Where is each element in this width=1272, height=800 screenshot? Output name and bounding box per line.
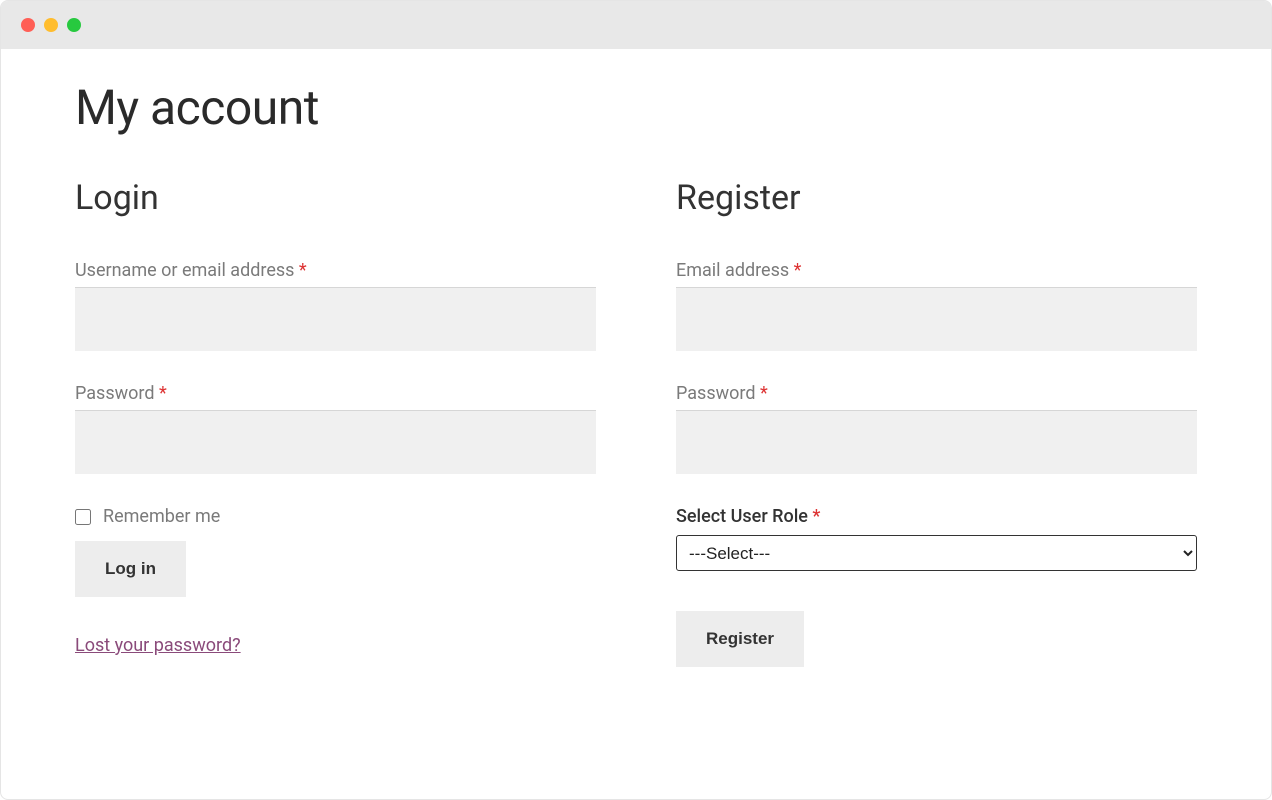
required-marker: * [760, 383, 768, 404]
register-role-select[interactable]: ---Select--- [676, 535, 1197, 571]
register-password-label-text: Password [676, 383, 760, 404]
app-window: My account Login Username or email addre… [0, 0, 1272, 800]
register-role-label: Select User Role * [676, 506, 1197, 527]
register-email-label: Email address * [676, 260, 1197, 281]
remember-me-row: Remember me [75, 506, 596, 527]
window-titlebar [1, 1, 1271, 49]
register-role-label-text: Select User Role [676, 506, 812, 527]
required-marker: * [812, 506, 820, 527]
login-username-label-text: Username or email address [75, 260, 299, 281]
required-marker: * [159, 383, 167, 404]
register-password-row: Password * [676, 383, 1197, 474]
login-column: Login Username or email address * Passwo… [75, 178, 596, 667]
login-username-row: Username or email address * [75, 260, 596, 351]
register-email-input[interactable] [676, 287, 1197, 351]
register-password-input[interactable] [676, 410, 1197, 474]
window-close-button[interactable] [21, 18, 35, 32]
login-password-label: Password * [75, 383, 596, 404]
register-email-row: Email address * [676, 260, 1197, 351]
register-heading: Register [676, 178, 1197, 218]
required-marker: * [299, 260, 307, 281]
login-button[interactable]: Log in [75, 541, 186, 597]
login-heading: Login [75, 178, 596, 218]
lost-password-link[interactable]: Lost your password? [75, 635, 241, 656]
window-minimize-button[interactable] [44, 18, 58, 32]
remember-me-checkbox[interactable] [75, 509, 91, 525]
register-role-row: Select User Role * ---Select--- [676, 506, 1197, 571]
register-button[interactable]: Register [676, 611, 804, 667]
login-password-label-text: Password [75, 383, 159, 404]
required-marker: * [794, 260, 802, 281]
register-column: Register Email address * Password * Sel [676, 178, 1197, 667]
page-title: My account [75, 79, 1197, 136]
register-email-label-text: Email address [676, 260, 794, 281]
register-password-label: Password * [676, 383, 1197, 404]
login-username-label: Username or email address * [75, 260, 596, 281]
login-password-row: Password * [75, 383, 596, 474]
page-content: My account Login Username or email addre… [1, 49, 1271, 667]
window-zoom-button[interactable] [67, 18, 81, 32]
remember-me-label: Remember me [103, 506, 220, 527]
login-username-input[interactable] [75, 287, 596, 351]
account-columns: Login Username or email address * Passwo… [75, 178, 1197, 667]
login-password-input[interactable] [75, 410, 596, 474]
